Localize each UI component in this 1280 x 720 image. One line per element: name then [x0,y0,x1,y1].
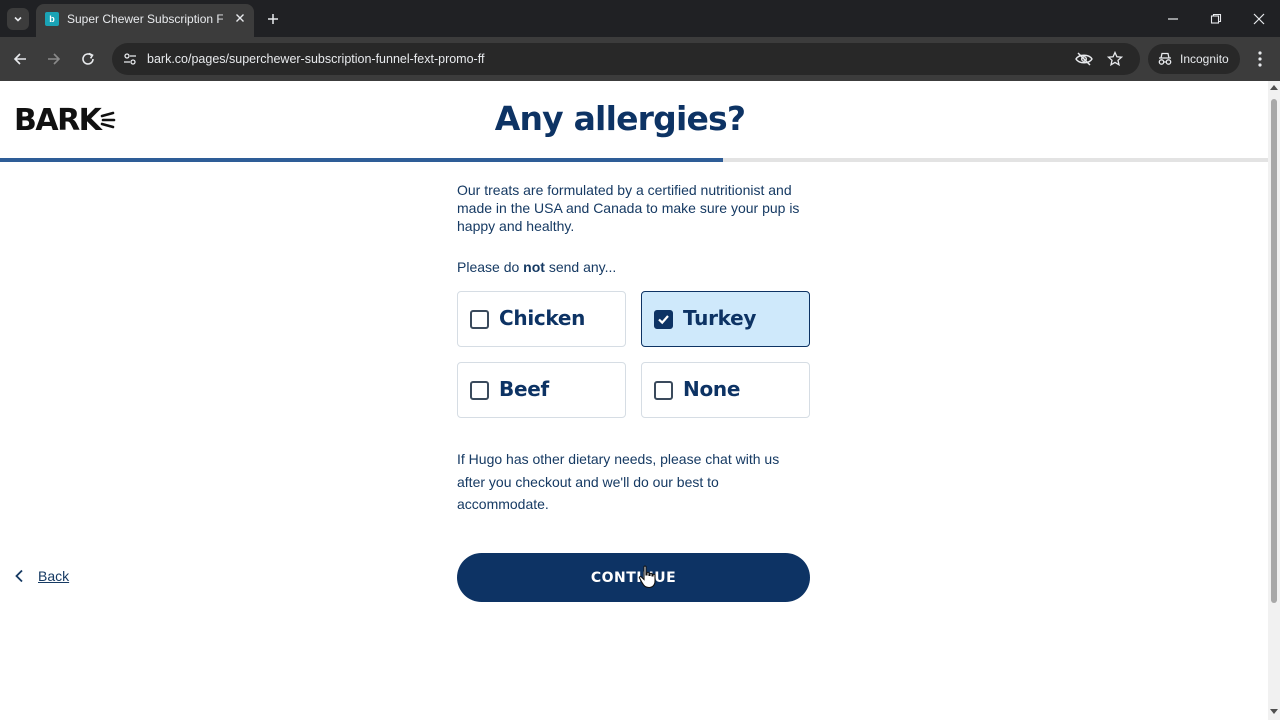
check-icon [658,315,669,325]
restore-icon [1210,13,1222,24]
forward-nav-button[interactable] [43,48,65,70]
progress-bar [0,158,1268,162]
option-label: Chicken [499,306,586,330]
tab-search-button[interactable] [7,8,29,30]
plus-icon [268,14,278,24]
back-nav-button[interactable] [9,48,31,70]
url-text[interactable]: bark.co/pages/superchewer-subscription-f… [147,52,484,66]
close-window-button[interactable] [1248,8,1270,30]
close-icon [1253,13,1265,25]
prompt-after: send any... [544,259,617,275]
back-link[interactable]: Back [14,568,69,584]
chevron-left-icon [15,569,23,583]
browser-tab-active[interactable]: b Super Chewer Subscription Funnel [36,4,254,37]
option-label: Beef [499,377,549,401]
address-bar[interactable]: bark.co/pages/superchewer-subscription-f… [112,43,1140,75]
progress-bar-fill [0,158,723,162]
scroll-thumb[interactable] [1271,99,1277,603]
reload-icon [82,52,94,65]
page-content: BARK Any allergies? Our treats are formu… [0,81,1268,720]
option-label: Turkey [683,306,757,330]
arrow-left-icon [13,53,26,65]
minimize-button[interactable] [1162,8,1184,30]
option-label: None [683,377,741,401]
scroll-up-arrow-icon[interactable] [1270,85,1278,90]
prompt-text: Please do not send any... [457,259,616,275]
arrow-right-icon [48,53,61,65]
browser-toolbar: bark.co/pages/superchewer-subscription-f… [0,37,1280,81]
incognito-badge[interactable]: Incognito [1148,44,1240,74]
close-icon [236,14,244,22]
tab-close-button[interactable] [232,10,248,26]
more-vert-icon [1258,51,1262,67]
intro-text: Our treats are formulated by a certified… [457,182,800,234]
new-tab-button[interactable] [262,8,284,30]
bark-favicon-icon: b [45,12,59,26]
site-info-button[interactable] [120,49,140,69]
minimize-icon [1168,18,1178,20]
prompt-before: Please do [457,259,524,275]
incognito-icon [1158,52,1172,65]
bookmark-button[interactable] [1105,49,1125,69]
continue-button[interactable]: CONTINUE [457,553,810,602]
star-icon [1107,51,1123,67]
eye-off-icon [1075,52,1093,66]
checkbox[interactable] [654,381,673,400]
back-label: Back [38,568,70,584]
restore-button[interactable] [1205,8,1227,30]
checkbox[interactable] [470,381,489,400]
dietary-note: If Hugo has other dietary needs, please … [457,451,780,512]
continue-label: CONTINUE [590,569,677,586]
option-chicken[interactable]: Chicken [457,291,626,347]
scroll-down-arrow-icon[interactable] [1270,709,1278,714]
option-none[interactable]: None [641,362,810,418]
prompt-bold: not [523,259,545,275]
option-beef[interactable]: Beef [457,362,626,418]
page-scrollbar[interactable] [1268,81,1280,720]
page-title: Any allergies? [494,99,746,138]
chevron-down-icon [14,16,22,22]
option-turkey[interactable]: Turkey [641,291,810,347]
tracking-protection-button[interactable] [1074,49,1094,69]
checkbox[interactable] [654,310,673,329]
tune-icon [124,53,136,65]
browser-tab-bar: b Super Chewer Subscription Funnel [0,0,1280,37]
hand-cursor-icon [638,565,656,589]
reload-button[interactable] [77,48,99,70]
browser-menu-button[interactable] [1250,48,1270,70]
checkbox[interactable] [470,310,489,329]
incognito-label: Incognito [1180,52,1229,66]
tab-title: Super Chewer Subscription Funnel [67,12,223,26]
